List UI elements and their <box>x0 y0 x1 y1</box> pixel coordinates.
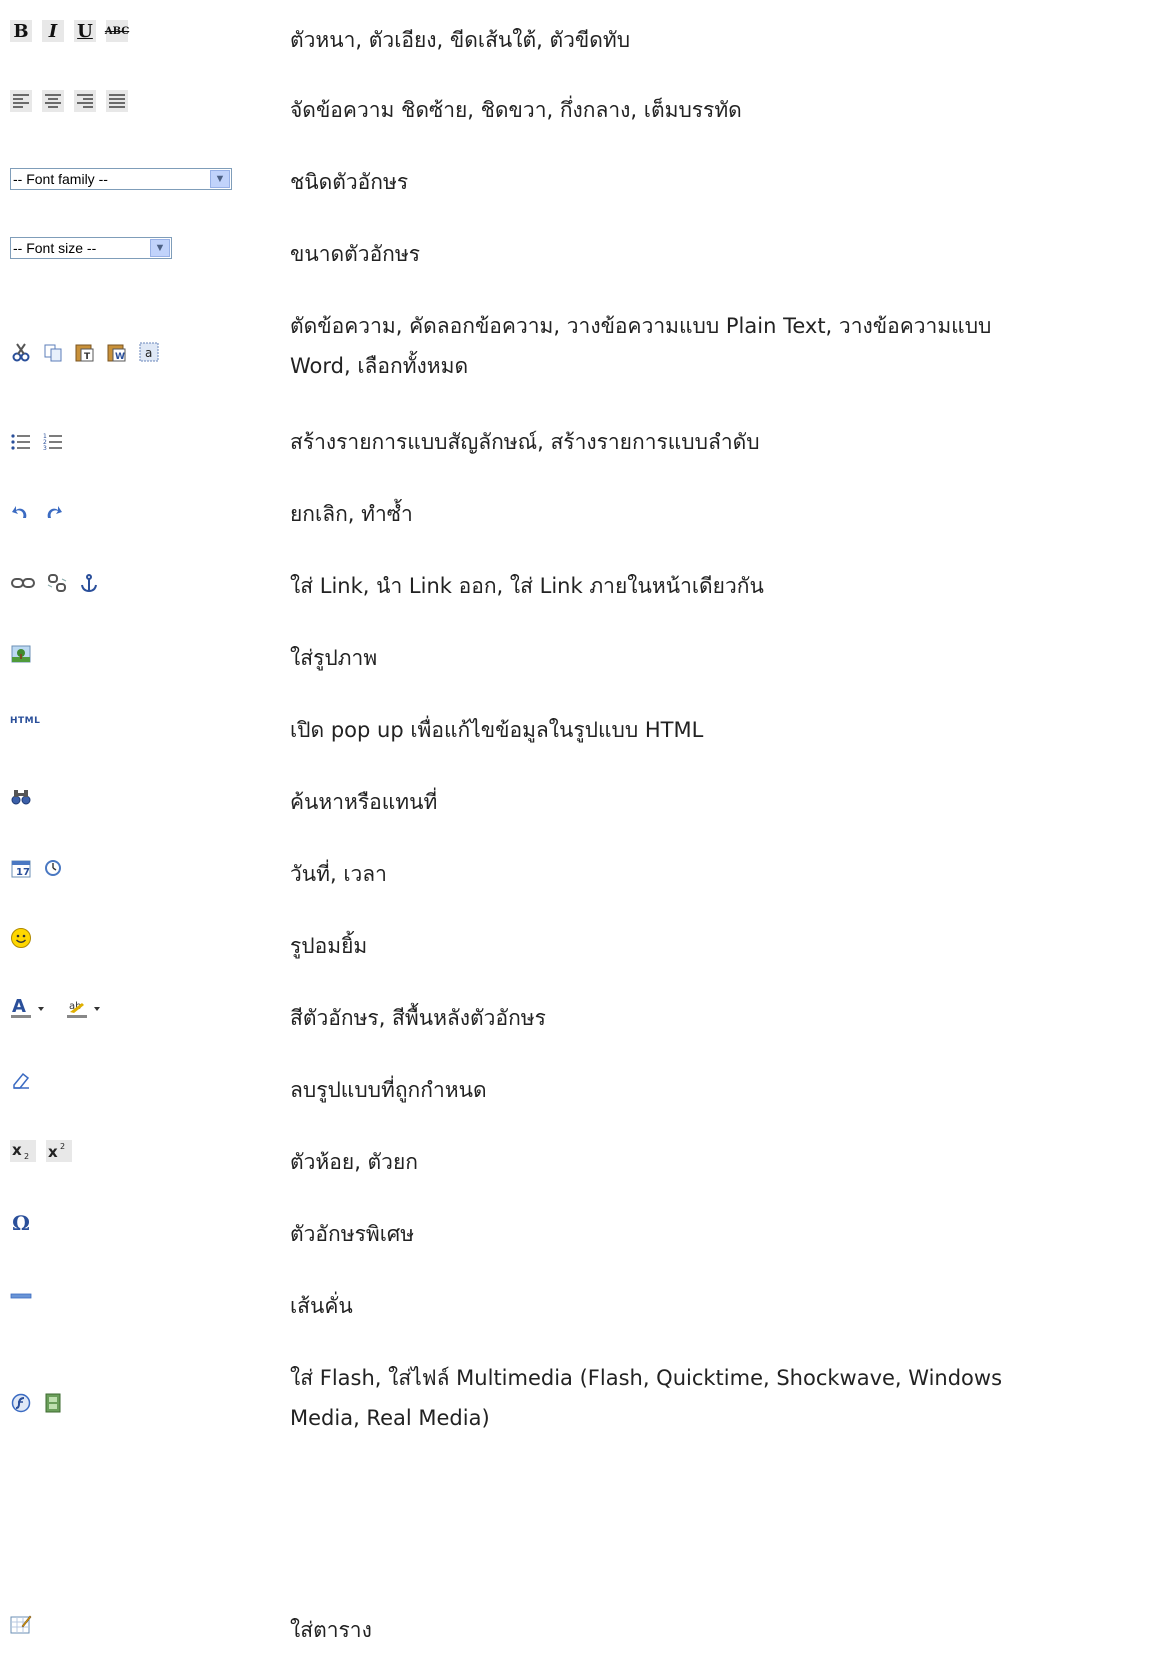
font-family-select: -- Font family -- ▼ <box>10 168 232 190</box>
description-line: ขนาดตัวอักษร <box>290 242 421 266</box>
svg-text:A: A <box>12 997 26 1017</box>
align-right-icon <box>74 90 96 112</box>
align-center-icon <box>42 90 64 112</box>
link-icon <box>10 572 36 594</box>
date-icon: 17 <box>10 857 32 879</box>
description-line: สร้างรายการแบบสัญลักษณ์, สร้างรายการแบบล… <box>290 430 760 454</box>
description-line: ตัวอักษรพิเศษ <box>290 1222 415 1246</box>
row-description: ตัวหนา, ตัวเอียง, ขีดเส้นใต้, ตัวขีดทับ <box>290 20 1150 60</box>
strikethrough-icon: ABC <box>105 20 129 42</box>
select-all-icon: a <box>138 341 160 363</box>
description-line: Word, เลือกทั้งหมด <box>290 354 469 378</box>
row-description: ลบรูปแบบที่ถูกกำหนด <box>290 1070 1150 1110</box>
description-line: ค้นหาหรือแทนที่ <box>290 790 438 814</box>
subscript-icon: x2 <box>10 1140 36 1162</box>
flash-icon <box>10 1392 32 1414</box>
html-icon: HTML <box>10 716 41 726</box>
superscript-icon: x2 <box>46 1140 72 1162</box>
description-line: วันที่, เวลา <box>290 862 387 886</box>
row-description: ยกเลิก, ทำซ้ำ <box>290 494 1150 534</box>
row-description: เปิด pop up เพื่อแก้ไขข้อมูลในรูปแบบ HTM… <box>290 710 1150 750</box>
row-description: ใส่รูปภาพ <box>290 638 1150 678</box>
svg-text:x: x <box>12 1141 22 1159</box>
row-description: ใส่ตาราง <box>290 1610 1150 1650</box>
bullet-list-icon <box>10 431 32 453</box>
description-line: ยกเลิก, ทำซ้ำ <box>290 502 413 526</box>
special-char-icon: Ω <box>12 1211 30 1235</box>
anchor-icon <box>78 572 100 594</box>
svg-text:T: T <box>84 352 91 362</box>
description-line: ใส่รูปภาพ <box>290 646 378 670</box>
italic-icon: I <box>42 20 64 42</box>
row-description: ชนิดตัวอักษร <box>290 162 1150 202</box>
svg-text:a: a <box>145 346 152 360</box>
description-line: Media, Real Media) <box>290 1406 490 1430</box>
description-line: เปิด pop up เพื่อแก้ไขข้อมูลในรูปแบบ HTM… <box>290 718 704 742</box>
svg-text:2: 2 <box>24 1152 29 1161</box>
description-line: ตัวห้อย, ตัวยก <box>290 1150 418 1174</box>
row-description: วันที่, เวลา <box>290 854 1150 894</box>
media-icon <box>42 1392 64 1414</box>
copy-icon <box>42 341 64 363</box>
svg-text:2: 2 <box>60 1142 65 1151</box>
description-line: ใส่ตาราง <box>290 1618 372 1642</box>
time-icon <box>42 857 64 879</box>
table-icon <box>10 1613 32 1635</box>
numbered-list-icon: 123 <box>42 431 64 453</box>
row-description: จัดข้อความ ชิดซ้าย, ชิดขวา, กึ่งกลาง, เต… <box>290 90 1150 130</box>
description-line: ตัดข้อความ, คัดลอกข้อความ, วางข้อความแบบ… <box>290 314 992 338</box>
row-description: ใส่ Flash, ใส่ไฟล์ Multimedia (Flash, Qu… <box>290 1358 1150 1438</box>
description-line: ชนิดตัวอักษร <box>290 170 409 194</box>
row-description: รูปอมยิ้ม <box>290 926 1150 966</box>
row-description: ตัวอักษรพิเศษ <box>290 1214 1150 1254</box>
row-description: ขนาดตัวอักษร <box>290 234 1150 274</box>
row-description: ตัวห้อย, ตัวยก <box>290 1142 1150 1182</box>
align-left-icon <box>10 90 32 112</box>
row-description: เส้นคั่น <box>290 1286 1150 1326</box>
row-description: สร้างรายการแบบสัญลักษณ์, สร้างรายการแบบล… <box>290 422 1150 462</box>
description-line: ใส่ Flash, ใส่ไฟล์ Multimedia (Flash, Qu… <box>290 1366 1003 1390</box>
font-family-select-label: -- Font family -- <box>13 171 108 187</box>
align-justify-icon <box>106 90 128 112</box>
underline-icon: U <box>74 20 96 42</box>
description-line: ใส่ Link, นำ Link ออก, ใส่ Link ภายในหน้… <box>290 574 764 598</box>
paste-word-icon: W <box>106 341 128 363</box>
unlink-icon <box>46 572 68 594</box>
svg-text:W: W <box>115 352 125 362</box>
font-size-select-label: -- Font size -- <box>13 240 97 256</box>
horizontal-rule-icon <box>10 1285 32 1307</box>
undo-icon <box>10 502 32 524</box>
description-line: รูปอมยิ้ม <box>290 934 368 958</box>
remove-format-icon <box>10 1069 32 1091</box>
emoticon-icon <box>10 927 32 949</box>
svg-text:3: 3 <box>43 445 47 451</box>
cut-icon <box>10 341 32 363</box>
description-line: ตัวหนา, ตัวเอียง, ขีดเส้นใต้, ตัวขีดทับ <box>290 28 631 52</box>
text-color-icon: A <box>10 997 56 1019</box>
image-icon <box>10 643 32 665</box>
font-size-select: -- Font size -- ▼ <box>10 237 172 259</box>
description-line: ลบรูปแบบที่ถูกกำหนด <box>290 1078 487 1102</box>
svg-text:17: 17 <box>16 867 30 878</box>
row-description: ใส่ Link, นำ Link ออก, ใส่ Link ภายในหน้… <box>290 566 1150 606</box>
description-line: เส้นคั่น <box>290 1294 353 1318</box>
row-description: ค้นหาหรือแทนที่ <box>290 782 1150 822</box>
highlight-color-icon: ab <box>66 997 112 1019</box>
chevron-down-icon: ▼ <box>150 239 170 257</box>
row-description: ตัดข้อความ, คัดลอกข้อความ, วางข้อความแบบ… <box>290 306 1150 386</box>
row-description: สีตัวอักษร, สีพื้นหลังตัวอักษร <box>290 998 1150 1038</box>
redo-icon <box>42 502 64 524</box>
bold-icon: B <box>10 20 32 42</box>
description-line: จัดข้อความ ชิดซ้าย, ชิดขวา, กึ่งกลาง, เต… <box>290 98 742 122</box>
find-replace-icon <box>10 786 32 808</box>
description-line: สีตัวอักษร, สีพื้นหลังตัวอักษร <box>290 1006 546 1030</box>
svg-text:x: x <box>48 1143 58 1161</box>
chevron-down-icon: ▼ <box>210 170 230 188</box>
paste-text-icon: T <box>74 341 96 363</box>
